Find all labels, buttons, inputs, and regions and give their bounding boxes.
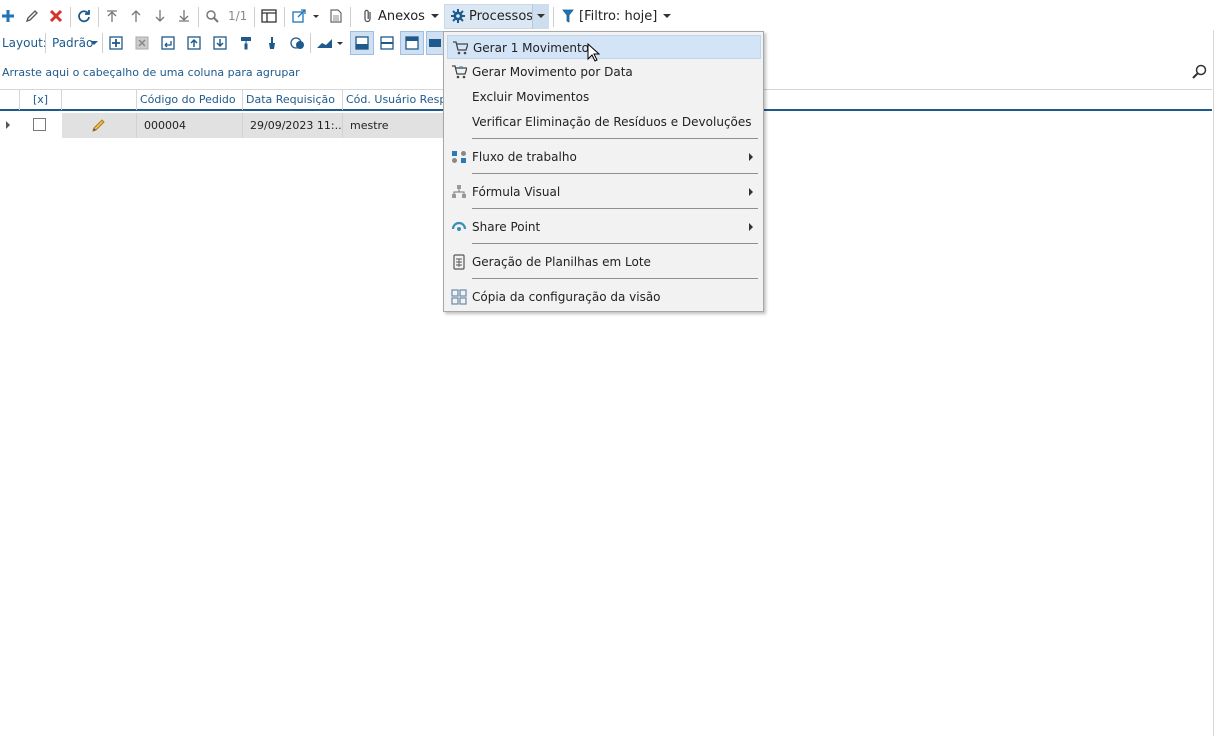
menu-item-copia-configuracao[interactable]: Cópia da configuração da visão xyxy=(447,285,761,309)
processos-menu: Gerar 1 Movimento Gerar Movimento por Da… xyxy=(443,31,764,312)
last-record-icon[interactable] xyxy=(176,4,192,28)
menu-item-label: Cópia da configuração da visão xyxy=(472,290,661,304)
anexos-button[interactable]: Anexos xyxy=(378,4,425,28)
cart-icon xyxy=(453,41,468,55)
layout-add-icon[interactable] xyxy=(106,33,126,53)
cell-data-requisicao[interactable]: 29/09/2023 11:... xyxy=(243,113,343,138)
column-header-data-requisicao[interactable]: Data Requisição xyxy=(243,90,343,110)
gear-icon xyxy=(450,4,466,28)
mouse-cursor-icon xyxy=(587,43,601,62)
layout-save-icon[interactable] xyxy=(158,33,178,53)
cell-usuario[interactable]: mestre xyxy=(343,113,444,138)
first-record-icon[interactable] xyxy=(104,4,120,28)
processos-dropdown-icon xyxy=(534,4,548,28)
find-icon[interactable] xyxy=(1192,64,1208,83)
search-icon[interactable] xyxy=(204,4,220,28)
menu-separator xyxy=(472,243,758,244)
menu-item-formula-visual[interactable]: Fórmula Visual xyxy=(447,180,761,204)
previous-record-icon[interactable] xyxy=(128,4,144,28)
menu-item-gerar-movimento-por-data[interactable]: Gerar Movimento por Data xyxy=(447,60,761,84)
chart-icon[interactable] xyxy=(316,33,344,53)
filter-icon[interactable] xyxy=(560,4,576,28)
menu-item-label: Gerar 1 Movimento xyxy=(473,41,590,55)
layout-dropdown-icon[interactable] xyxy=(90,41,98,46)
menu-item-geracao-planilhas[interactable]: Geração de Planilhas em Lote xyxy=(447,250,761,274)
row-checkbox[interactable] xyxy=(33,118,46,131)
cell-codigo-pedido[interactable]: 000004 xyxy=(137,113,243,138)
filter-dropdown-icon[interactable] xyxy=(660,4,674,28)
group-by-hint[interactable]: Arraste aqui o cabeçalho de uma coluna p… xyxy=(2,66,300,79)
select-all-column-header[interactable]: [x] xyxy=(20,90,62,110)
menu-item-label: Fórmula Visual xyxy=(472,185,561,199)
menu-separator xyxy=(472,138,758,139)
anexos-label: Anexos xyxy=(378,8,425,24)
pencil-icon[interactable] xyxy=(90,118,106,134)
shapes-icon[interactable] xyxy=(288,33,308,53)
menu-item-label: Fluxo de trabalho xyxy=(472,150,577,164)
view-full-icon[interactable] xyxy=(426,31,444,55)
menu-separator xyxy=(472,278,758,279)
delete-icon[interactable] xyxy=(48,4,64,28)
export-icon[interactable] xyxy=(292,4,320,28)
workflow-icon xyxy=(452,151,466,163)
main-toolbar: 1/1 Anexos Processos [Filtro: hoje] xyxy=(0,4,1218,29)
grid-copy-icon xyxy=(451,289,467,305)
edit-cell[interactable] xyxy=(62,113,137,138)
menu-item-label: Geração de Planilhas em Lote xyxy=(472,255,651,269)
edit-column-header[interactable] xyxy=(62,90,137,110)
anexos-dropdown-icon[interactable] xyxy=(428,4,442,28)
submenu-arrow-icon xyxy=(749,153,753,161)
table-row[interactable]: 000004 29/09/2023 11:... mestre xyxy=(0,113,444,138)
view-bottom-panel-icon[interactable] xyxy=(350,31,374,55)
layout-download-icon[interactable] xyxy=(210,33,230,53)
submenu-arrow-icon xyxy=(749,223,753,231)
document-icon[interactable] xyxy=(328,4,344,28)
vertical-divider xyxy=(1213,30,1214,736)
record-pager: 1/1 xyxy=(228,9,248,23)
menu-item-label: Verificar Eliminação de Resíduos e Devol… xyxy=(472,115,752,129)
refresh-icon[interactable] xyxy=(76,4,92,28)
layout-remove-icon[interactable] xyxy=(132,33,152,53)
columns-icon[interactable] xyxy=(260,4,278,28)
menu-item-label: Gerar Movimento por Data xyxy=(472,65,633,79)
menu-separator xyxy=(472,208,758,209)
row-indicator-icon xyxy=(6,121,10,129)
filter-label: [Filtro: hoje] xyxy=(579,8,658,24)
brush-icon[interactable] xyxy=(262,33,282,53)
sharepoint-icon xyxy=(451,221,467,231)
processos-label: Processos xyxy=(469,8,534,24)
layout-upload-icon[interactable] xyxy=(184,33,204,53)
column-header-usuario[interactable]: Cód. Usuário Respon xyxy=(343,90,444,110)
view-split-icon[interactable] xyxy=(377,33,397,53)
menu-item-label: Excluir Movimentos xyxy=(472,90,590,104)
edit-icon[interactable] xyxy=(24,4,40,28)
submenu-arrow-icon xyxy=(749,188,753,196)
menu-separator xyxy=(472,173,758,174)
layout-select[interactable]: Padrão xyxy=(52,36,93,50)
layout-label: Layout: xyxy=(2,36,47,50)
row-indicator-header xyxy=(0,90,20,110)
menu-item-gerar-1-movimento[interactable]: Gerar 1 Movimento xyxy=(447,35,761,59)
view-top-panel-icon[interactable] xyxy=(400,31,424,55)
menu-item-share-point[interactable]: Share Point xyxy=(447,215,761,239)
column-header-codigo-pedido[interactable]: Código do Pedido xyxy=(137,90,243,110)
cart-icon xyxy=(452,65,467,79)
menu-item-label: Share Point xyxy=(472,220,541,234)
paint-format-icon[interactable] xyxy=(236,33,256,53)
processos-label-wrap: Processos xyxy=(469,4,534,28)
menu-item-fluxo-de-trabalho[interactable]: Fluxo de trabalho xyxy=(447,145,761,169)
menu-item-verificar-eliminacao[interactable]: Verificar Eliminação de Resíduos e Devol… xyxy=(447,110,761,134)
add-icon[interactable] xyxy=(0,4,16,28)
menu-item-excluir-movimentos[interactable]: Excluir Movimentos xyxy=(447,85,761,109)
paperclip-icon[interactable] xyxy=(360,4,376,28)
next-record-icon[interactable] xyxy=(152,4,168,28)
spreadsheet-icon xyxy=(453,254,465,270)
filter-button[interactable]: [Filtro: hoje] xyxy=(579,4,659,28)
formula-icon xyxy=(452,185,466,198)
